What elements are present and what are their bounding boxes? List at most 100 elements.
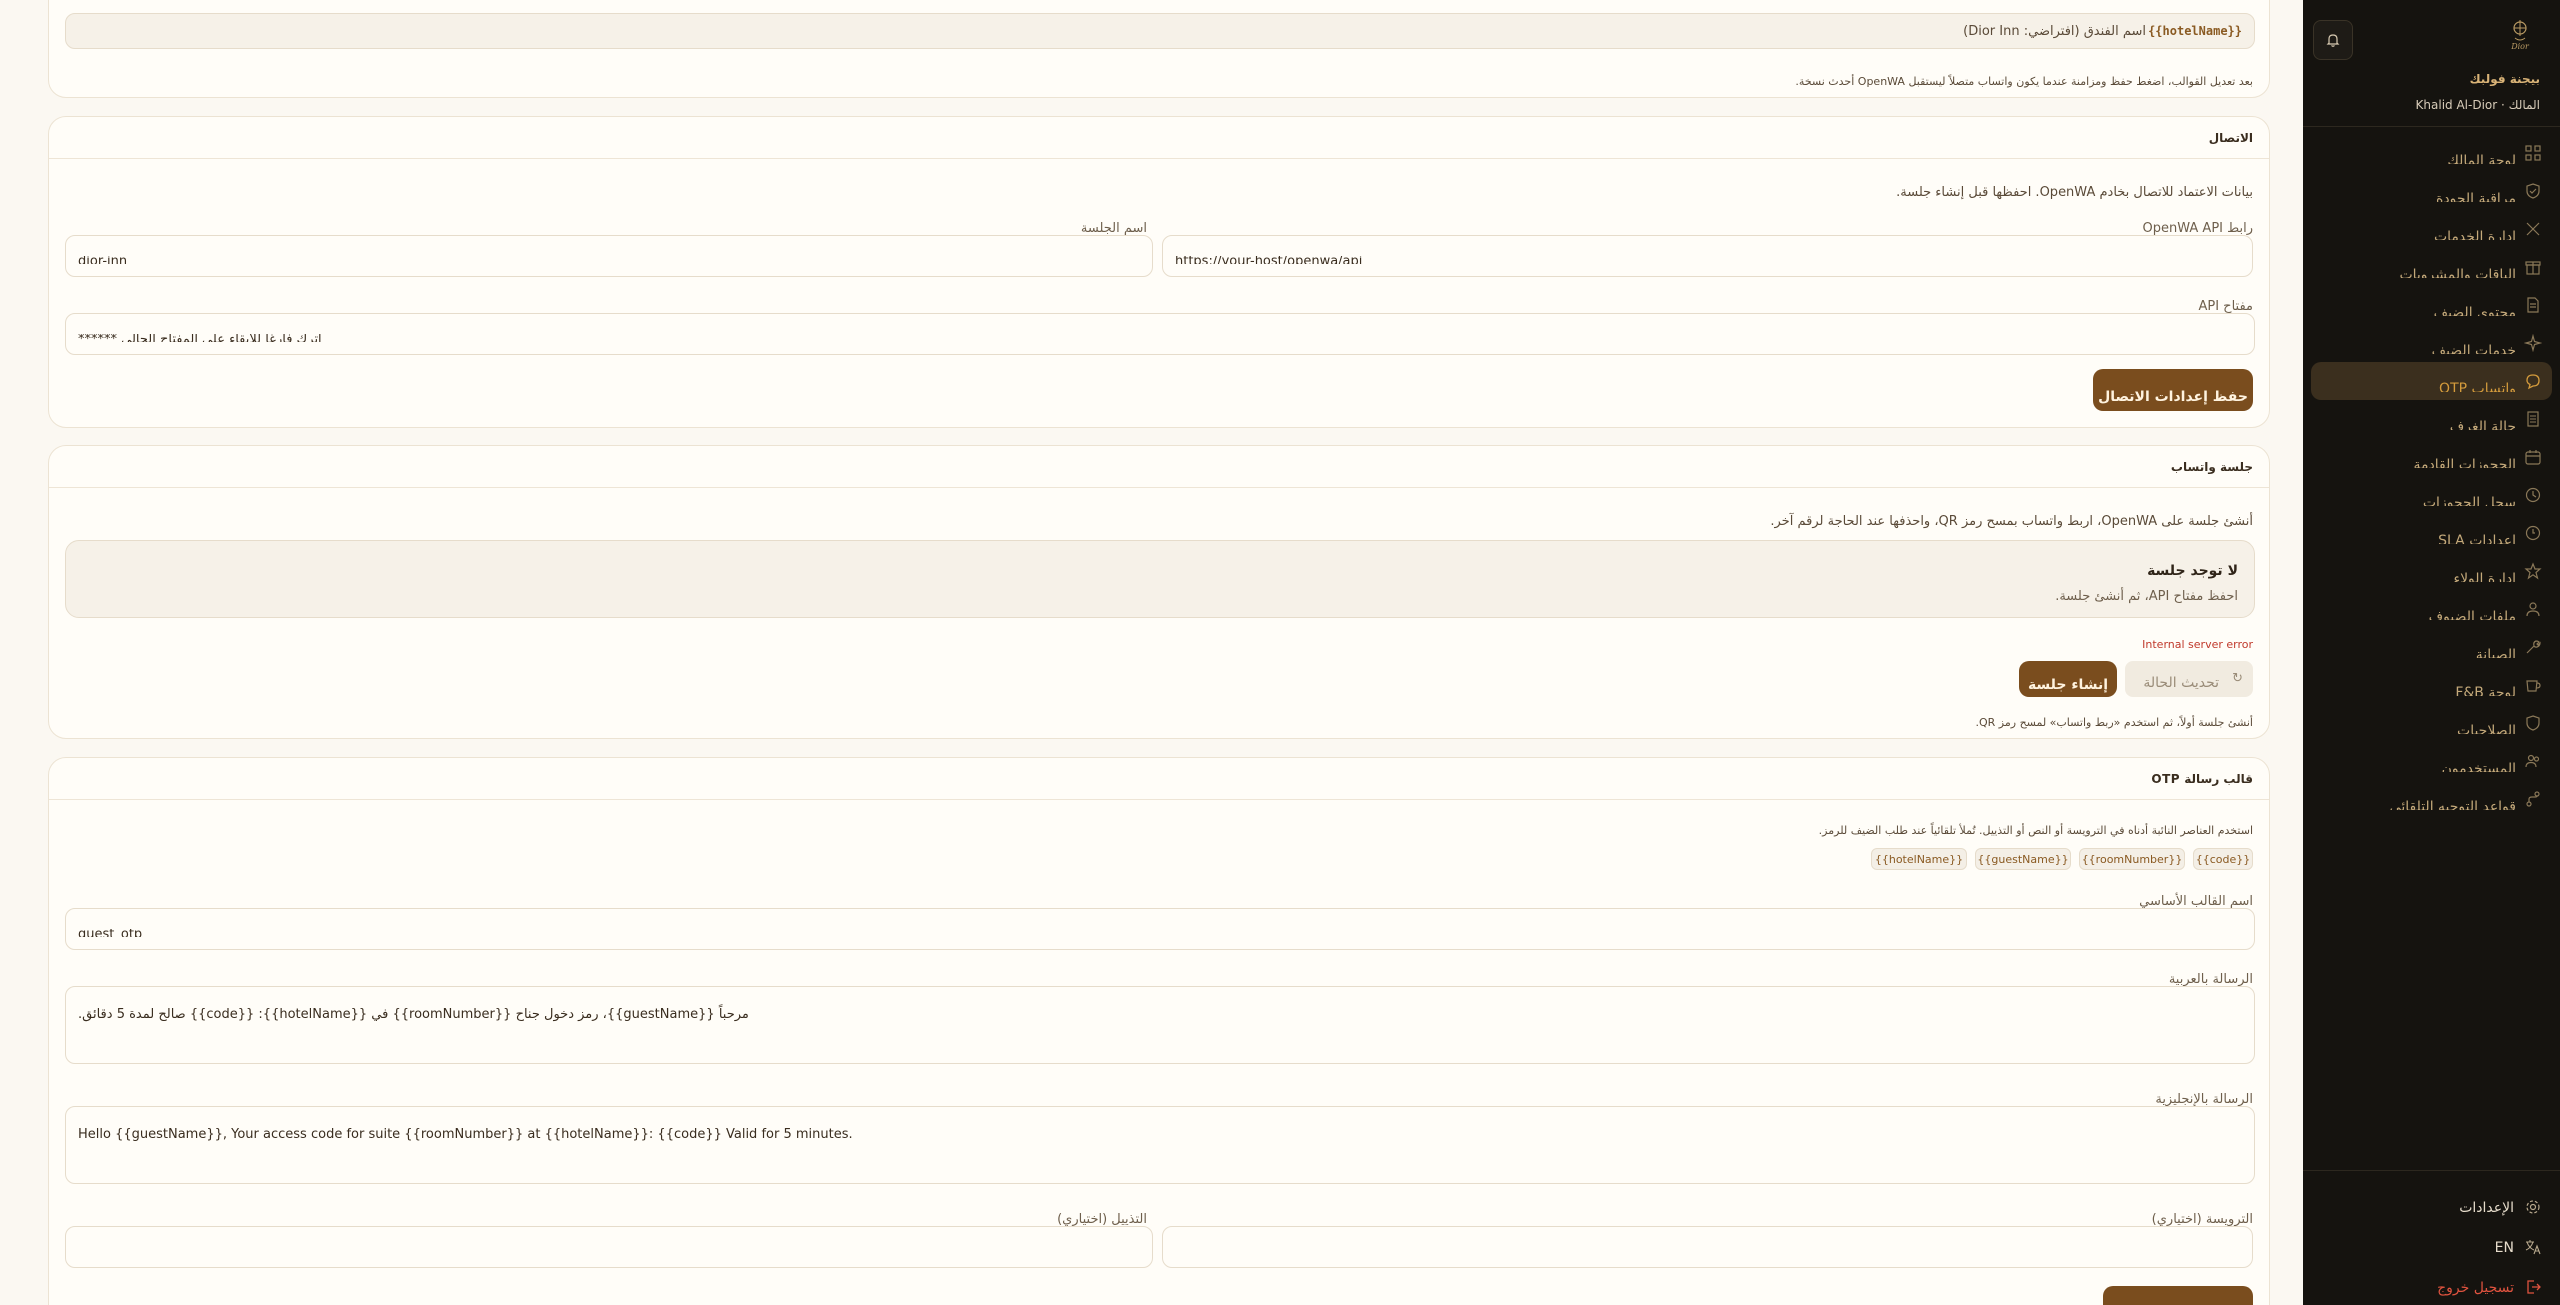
footer-optional-input[interactable] — [65, 1226, 1153, 1268]
sidebar-item-room-status[interactable]: حالة الغرف — [2311, 400, 2552, 438]
translate-icon — [2525, 1240, 2541, 1255]
logout-button[interactable]: تسجيل خروج — [2303, 1268, 2560, 1305]
language-label: EN — [2494, 1240, 2514, 1256]
api-url-label: رابط OpenWA API — [2142, 221, 2253, 236]
template-name-label: اسم القالب الأساسي — [2139, 894, 2253, 909]
refresh-status-button[interactable]: ↻ تحديث الحالة — [2125, 661, 2253, 697]
sidebar-bottom: الإعدادات EN تسجيل خروج — [2303, 1188, 2560, 1305]
session-footer-note: أنشئ جلسة أولاً، ثم استخدم «ربط واتساب» … — [1975, 716, 2253, 729]
notifications-button[interactable] — [2313, 20, 2353, 60]
sidebar-item-label: إعدادات SLA — [2438, 533, 2516, 544]
settings-button[interactable]: الإعدادات — [2303, 1188, 2560, 1228]
session-status-desc: احفظ مفتاح API، ثم أنشئ جلسة. — [2055, 589, 2238, 604]
room-icon — [2527, 411, 2539, 427]
sidebar-item-label: الصلاحيات — [2457, 723, 2516, 734]
sidebar-item-label: مراقبة الجودة — [2436, 191, 2516, 202]
language-toggle[interactable]: EN — [2303, 1228, 2560, 1268]
api-url-value: https://your-host/openwa/api — [1175, 256, 1363, 264]
sidebar-item-label: حالة الغرف — [2449, 419, 2516, 430]
sidebar-item-users[interactable]: المستخدمون — [2311, 742, 2552, 780]
arabic-message-value: مرحباً {{guestName}}، رمز دخول جناح {{ro… — [78, 1007, 749, 1022]
arabic-message-textarea[interactable]: مرحباً {{guestName}}، رمز دخول جناح {{ro… — [65, 986, 2255, 1064]
sidebar-item-label: خدمات الضيف — [2431, 343, 2516, 354]
placeholder-chip-room[interactable]: {{roomNumber}} — [2079, 848, 2185, 870]
brand-name: بيجنة فولبك — [2469, 72, 2540, 86]
api-key-value: اترك فارغاً للإبقاء على المفتاح الحالي *… — [78, 334, 322, 342]
sidebar-item-label: لوحة المالك — [2447, 153, 2516, 164]
sidebar-item-fnb[interactable]: لوحة F&B — [2311, 666, 2552, 704]
sidebar-item-label: إدارة الخدمات — [2433, 229, 2516, 240]
refresh-status-label: تحديث الحالة — [2143, 675, 2219, 691]
refresh-icon: ↻ — [2232, 671, 2243, 686]
api-url-input[interactable]: https://your-host/openwa/api — [1162, 235, 2253, 277]
create-session-button[interactable]: إنشاء جلسة — [2019, 661, 2117, 697]
template-name-input[interactable]: guest_otp — [65, 908, 2255, 950]
card-header: جلسة واتساب — [49, 446, 2269, 488]
hotel-token-desc: اسم الفندق (افتراضي: Dior Inn) — [1963, 24, 2146, 39]
session-title: جلسة واتساب — [2170, 460, 2253, 474]
users-icon — [2526, 602, 2540, 617]
sidebar-item-guest-services[interactable]: خدمات الضيف — [2311, 324, 2552, 362]
header-optional-label: الترويسة (اختياري) — [2151, 1212, 2253, 1227]
template-footer-note: بعد تعديل القوالب، اضغط حفظ ومزامنة عندم… — [1795, 75, 2253, 88]
session-name-value: dior-inn — [78, 256, 128, 264]
wrench-icon — [2526, 640, 2541, 654]
logout-label: تسجيل خروج — [2437, 1280, 2514, 1296]
sidebar-item-guest-content[interactable]: محتوى الضيف — [2311, 286, 2552, 324]
sidebar-item-guest-profiles[interactable]: ملفات الضيوف — [2311, 590, 2552, 628]
chat-icon — [2526, 374, 2540, 390]
english-message-textarea[interactable]: Hello {{guestName}}, Your access code fo… — [65, 1106, 2255, 1184]
sidebar-item-owner-dashboard[interactable]: لوحة المالك — [2311, 134, 2552, 172]
session-intro: أنشئ جلسة على OpenWA، اربط واتساب بمسح ر… — [1770, 514, 2253, 529]
session-name-input[interactable]: dior-inn — [65, 235, 1153, 277]
sidebar-item-whatsapp-otp[interactable]: واتساب OTP — [2311, 362, 2552, 400]
logo: Dior — [2502, 18, 2538, 58]
header-optional-input[interactable] — [1162, 1226, 2253, 1268]
sidebar-item-label: قواعد التوجيه التلقائي — [2389, 799, 2516, 810]
main-content: {{hotelName}} اسم الفندق (افتراضي: Dior … — [0, 0, 2303, 1305]
user-role-line: المالك · Khalid Al-Dior — [2415, 98, 2540, 112]
placeholder-chip-guest[interactable]: {{guestName}} — [1975, 848, 2071, 870]
divider — [2303, 126, 2560, 127]
placeholder-chip-hotel[interactable]: {{hotelName}} — [1871, 848, 1967, 870]
save-template-button[interactable] — [2103, 1286, 2253, 1305]
sidebar-item-auto-routing[interactable]: قواعد التوجيه التلقائي — [2311, 780, 2552, 818]
sidebar-item-packages[interactable]: الباقات والمشروبات — [2311, 248, 2552, 286]
api-key-input[interactable]: اترك فارغاً للإبقاء على المفتاح الحالي *… — [65, 313, 2255, 355]
sidebar-item-sla-settings[interactable]: إعدادات SLA — [2311, 514, 2552, 552]
sidebar-item-quality[interactable]: مراقبة الجودة — [2311, 172, 2552, 210]
placeholder-chip-code[interactable]: {{code}} — [2193, 848, 2253, 870]
session-name-label: اسم الجلسة — [1080, 221, 1147, 236]
clock-icon — [2525, 525, 2541, 541]
grid-icon — [2525, 145, 2541, 161]
save-connection-button[interactable]: حفظ إعدادات الاتصال — [2093, 369, 2253, 411]
otp-intro: استخدم العناصر النائبة أدناه في الترويسة… — [1818, 824, 2253, 837]
session-status-title: لا توجد جلسة — [2147, 563, 2238, 579]
sidebar-item-booking-history[interactable]: سجل الحجوزات — [2311, 476, 2552, 514]
sidebar-item-loyalty[interactable]: إدارة الولاء — [2311, 552, 2552, 590]
route-icon — [2526, 791, 2540, 807]
sidebar: Dior بيجنة فولبك المالك · Khalid Al-Dior… — [2303, 0, 2560, 1305]
card-header: الاتصال — [49, 117, 2269, 159]
crest-icon — [2513, 20, 2527, 41]
sidebar-item-maintenance[interactable]: الصيانة — [2311, 628, 2552, 666]
gift-icon — [2525, 261, 2541, 275]
sidebar-item-label: محتوى الضيف — [2433, 305, 2516, 316]
star-icon — [2524, 562, 2542, 580]
sidebar-item-label: سجل الحجوزات — [2422, 495, 2516, 506]
template-card: {{hotelName}} اسم الفندق (افتراضي: Dior … — [48, 0, 2270, 98]
settings-label: الإعدادات — [2459, 1200, 2514, 1216]
sidebar-item-services[interactable]: إدارة الخدمات — [2311, 210, 2552, 248]
sidebar-item-label: واتساب OTP — [2439, 381, 2516, 392]
divider — [2303, 1170, 2560, 1171]
session-card: جلسة واتساب أنشئ جلسة على OpenWA، اربط و… — [48, 445, 2270, 739]
calendar-icon — [2525, 450, 2541, 465]
shield-check-icon — [2526, 183, 2540, 199]
arabic-message-label: الرسالة بالعربية — [2168, 972, 2253, 987]
english-message-value: Hello {{guestName}}, Your access code fo… — [78, 1127, 853, 1142]
sidebar-item-upcoming-bookings[interactable]: الحجوزات القادمة — [2311, 438, 2552, 476]
session-error-text: Internal server error — [2142, 638, 2253, 651]
sidebar-item-permissions[interactable]: الصلاحيات — [2311, 704, 2552, 742]
gear-icon — [2526, 1200, 2540, 1214]
sidebar-item-label: إدارة الولاء — [2453, 571, 2516, 582]
